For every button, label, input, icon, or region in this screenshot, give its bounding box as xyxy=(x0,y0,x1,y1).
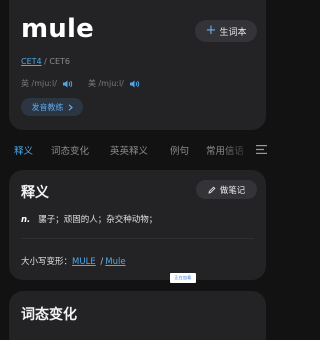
pron-us-text: 美 /mjuːl/ xyxy=(87,79,124,88)
definition-sense: n. 骡子；顽固的人；杂交种动物； xyxy=(21,213,157,225)
add-to-vocab-button[interactable]: + 生词本 xyxy=(195,20,257,42)
pronunciation-coach-label: 发音教练 xyxy=(31,102,64,112)
tab-english-definition[interactable]: 英英释义 xyxy=(110,143,148,157)
word-card: mule + 生词本 CET4 / CET6 英 /mjuːl/ 美 /mjuː… xyxy=(9,0,266,130)
divider xyxy=(21,238,254,239)
pron-uk-text: 英 /mjuːl/ xyxy=(21,79,57,88)
pronunciation-coach-button[interactable]: 发音教练 xyxy=(21,98,83,116)
headword: mule xyxy=(21,14,94,44)
add-to-vocab-label: 生词本 xyxy=(219,27,247,38)
chevron-right-icon xyxy=(68,103,73,111)
speaker-icon[interactable] xyxy=(62,79,74,89)
loading-tag: 正在加载 xyxy=(170,273,196,283)
tab-examples[interactable]: 例句 xyxy=(170,143,189,157)
level-cet4-link[interactable]: CET4 xyxy=(21,57,42,66)
tabs-fade xyxy=(222,140,252,162)
take-note-label: 做笔记 xyxy=(219,185,246,196)
case-forms-label: 大小写变形： xyxy=(21,257,73,267)
case-form-link-capitalized[interactable]: Mule xyxy=(105,257,125,267)
pronunciation-row: 英 /mjuːl/ 美 /mjuːl/ xyxy=(21,78,141,89)
definition-card: 释义 做笔记 n. 骡子；顽固的人；杂交种动物； 大小写变形：MULE / Mule xyxy=(9,170,266,280)
exam-levels: CET4 / CET6 xyxy=(21,57,70,66)
inflections-title: 词态变化 xyxy=(21,307,77,323)
tab-definition[interactable]: 释义 xyxy=(14,143,33,157)
inflections-card: 词态变化 xyxy=(9,291,266,340)
part-of-speech: n. xyxy=(21,215,31,225)
case-forms-row: 大小写变形：MULE / Mule xyxy=(21,255,126,267)
case-form-link-upper[interactable]: MULE xyxy=(72,257,96,267)
case-form-separator: / xyxy=(97,257,104,267)
pencil-icon xyxy=(208,186,216,194)
definition-title: 释义 xyxy=(21,185,49,201)
definition-meaning: 骡子；顽固的人；杂交种动物； xyxy=(38,215,158,225)
level-cet6: CET6 xyxy=(49,57,71,66)
dictionary-page: mule + 生词本 CET4 / CET6 英 /mjuːl/ 美 /mjuː… xyxy=(0,0,276,340)
take-note-button[interactable]: 做笔记 xyxy=(196,180,257,199)
speaker-icon[interactable] xyxy=(129,79,141,89)
tab-inflections[interactable]: 词态变化 xyxy=(51,143,89,157)
menu-icon[interactable] xyxy=(256,145,267,154)
section-tabs: 释义 词态变化 英英释义 例句 常用信语 xyxy=(0,140,276,162)
plus-icon: + xyxy=(205,23,217,38)
